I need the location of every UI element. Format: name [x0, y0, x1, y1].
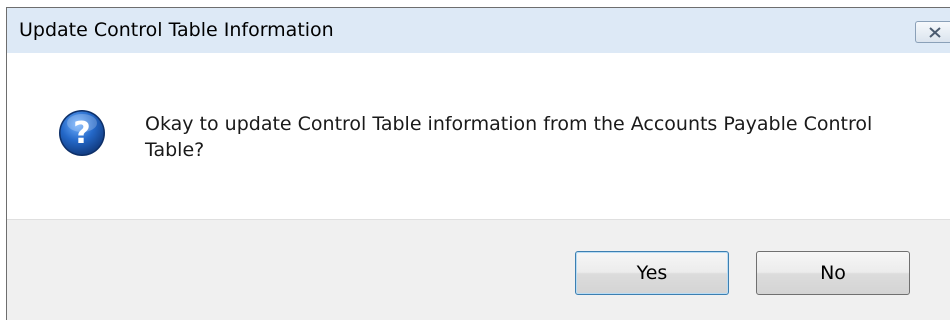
- close-button[interactable]: [915, 21, 950, 43]
- dialog-title: Update Control Table Information: [19, 19, 334, 41]
- close-icon: [929, 27, 941, 38]
- confirmation-dialog: Update Control Table Information ? Okay …: [6, 7, 950, 320]
- svg-text:?: ?: [73, 116, 90, 151]
- dialog-titlebar[interactable]: Update Control Table Information: [7, 8, 950, 53]
- no-button[interactable]: No: [756, 251, 910, 295]
- question-icon: ?: [59, 110, 105, 156]
- dialog-content: ? Okay to update Control Table informati…: [7, 53, 950, 219]
- dialog-message: Okay to update Control Table information…: [145, 113, 873, 161]
- dialog-footer: Yes No: [7, 219, 950, 320]
- yes-button[interactable]: Yes: [575, 251, 729, 295]
